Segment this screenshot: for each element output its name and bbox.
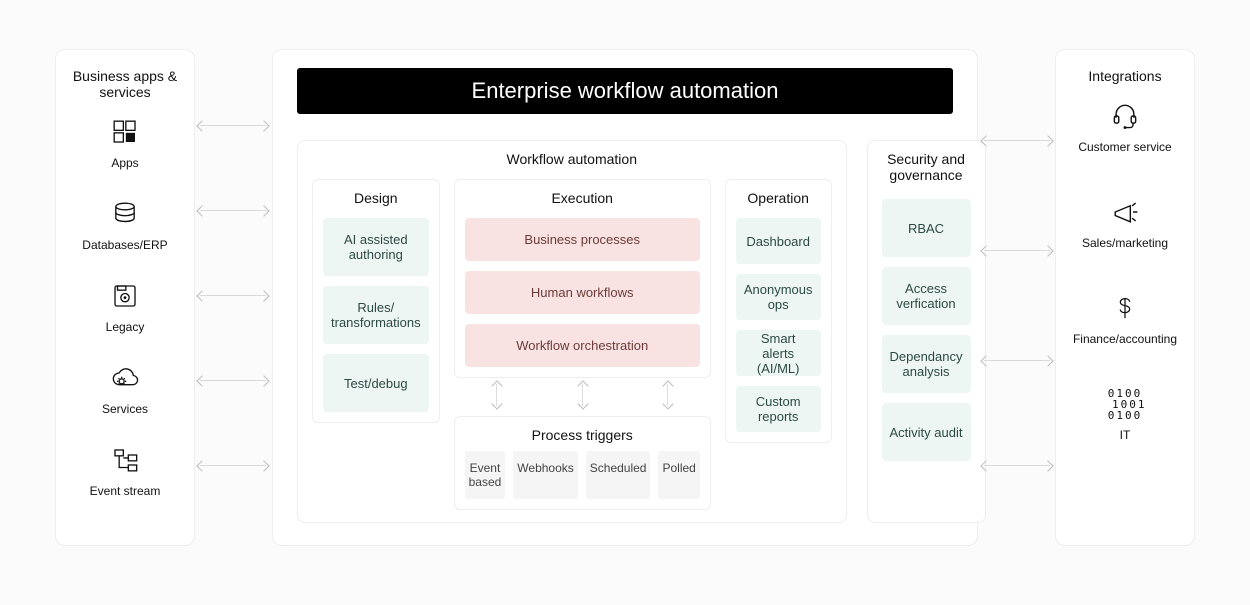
operation-item: Custom reports — [736, 386, 821, 432]
integrations-panel: Integrations Customer service Sales/mark… — [1055, 49, 1195, 546]
side-item-finance: Finance/accounting — [1066, 290, 1184, 346]
design-item: AI assisted authoring — [323, 218, 429, 276]
side-item-it: 0100 1001 0100 IT — [1066, 386, 1184, 442]
side-item-label: Services — [102, 402, 148, 416]
apps-icon — [107, 114, 143, 150]
cloud-gear-icon — [107, 360, 143, 396]
process-triggers-card: Process triggers Event based Webhooks Sc… — [454, 416, 711, 510]
database-icon — [107, 196, 143, 232]
business-apps-panel: Business apps & services Apps Databases/… — [55, 49, 195, 546]
trigger-item: Polled — [658, 451, 699, 499]
design-title: Design — [323, 190, 429, 206]
connector-icon — [200, 125, 266, 126]
workflow-title: Workflow automation — [312, 151, 832, 167]
execution-item: Business processes — [465, 218, 700, 261]
side-item-services: Services — [66, 360, 184, 416]
execution-title: Execution — [465, 190, 700, 206]
execution-column: Execution Business processes Human workf… — [454, 179, 711, 510]
side-item-label: Customer service — [1078, 140, 1171, 154]
connector-icon — [984, 140, 1050, 141]
megaphone-icon — [1107, 194, 1143, 230]
main-panel: Enterprise workflow automation Workflow … — [272, 49, 978, 546]
side-item-label: Finance/accounting — [1073, 332, 1177, 346]
side-item-label: Legacy — [106, 320, 145, 334]
side-item-sales-marketing: Sales/marketing — [1066, 194, 1184, 250]
side-item-label: Event stream — [90, 484, 161, 498]
operation-item: Dashboard — [736, 218, 821, 264]
dollar-icon — [1107, 290, 1143, 326]
side-item-label: IT — [1120, 428, 1131, 442]
execution-item: Workflow orchestration — [465, 324, 700, 367]
flow-icon — [107, 442, 143, 478]
operation-title: Operation — [736, 190, 821, 206]
side-item-apps: Apps — [66, 114, 184, 170]
design-item: Rules/ transformations — [323, 286, 429, 344]
updown-arrow-icon — [582, 384, 583, 406]
security-item: Activity audit — [882, 403, 971, 461]
connector-icon — [200, 295, 266, 296]
connector-icon — [200, 380, 266, 381]
side-item-label: Apps — [111, 156, 138, 170]
side-item-label: Sales/marketing — [1082, 236, 1168, 250]
connector-icon — [200, 210, 266, 211]
side-item-databases: Databases/ERP — [66, 196, 184, 252]
security-item: RBAC — [882, 199, 971, 257]
design-item: Test/debug — [323, 354, 429, 412]
process-triggers-title: Process triggers — [465, 427, 700, 443]
operation-column: Operation Dashboard Anonymous ops Smart … — [725, 179, 832, 443]
side-item-customer-service: Customer service — [1066, 98, 1184, 154]
connector-icon — [200, 465, 266, 466]
binary-icon: 0100 1001 0100 — [1107, 386, 1143, 422]
workflow-automation-card: Workflow automation Design AI assisted a… — [297, 140, 847, 523]
connector-icon — [984, 360, 1050, 361]
updown-arrow-icon — [667, 384, 668, 406]
connector-icon — [984, 250, 1050, 251]
connector-icon — [984, 465, 1050, 466]
security-column: Security and governance RBAC Access verf… — [867, 140, 986, 523]
side-item-label: Databases/ERP — [82, 238, 167, 252]
execution-item: Human workflows — [465, 271, 700, 314]
security-item: Access verfication — [882, 267, 971, 325]
design-column: Design AI assisted authoring Rules/ tran… — [312, 179, 440, 423]
headset-icon — [1107, 98, 1143, 134]
save-disk-icon — [107, 278, 143, 314]
left-panel-title: Business apps & services — [66, 68, 184, 100]
trigger-item: Event based — [465, 451, 506, 499]
banner-title: Enterprise workflow automation — [297, 68, 953, 114]
trigger-item: Scheduled — [586, 451, 651, 499]
trigger-item: Webhooks — [513, 451, 577, 499]
side-item-event-stream: Event stream — [66, 442, 184, 498]
security-title: Security and governance — [882, 151, 971, 183]
side-item-legacy: Legacy — [66, 278, 184, 334]
operation-item: Smart alerts (AI/ML) — [736, 330, 821, 376]
operation-item: Anonymous ops — [736, 274, 821, 320]
right-panel-title: Integrations — [1066, 68, 1184, 84]
updown-arrow-icon — [496, 384, 497, 406]
security-item: Dependancy analysis — [882, 335, 971, 393]
